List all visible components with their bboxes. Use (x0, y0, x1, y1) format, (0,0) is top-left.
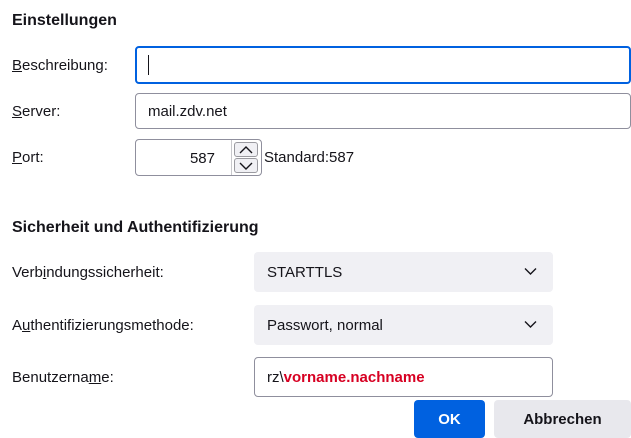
port-default-text: Standard:587 (264, 149, 355, 166)
port-increment-button[interactable] (234, 142, 258, 157)
security-heading: Sicherheit und Authentifizierung (12, 219, 259, 236)
auth-method-select[interactable]: Passwort, normal (254, 305, 553, 345)
port-number-input[interactable]: 587 (135, 139, 262, 176)
chevron-down-icon (524, 268, 537, 275)
username-label-pre: Benutzerna (12, 369, 89, 386)
username-name: vorname.nachname (283, 368, 425, 386)
server-label: Server: (12, 103, 60, 120)
server-label-accesskey: S (12, 103, 23, 120)
description-label: Beschreibung: (12, 57, 108, 74)
auth-method-value: Passwort, normal (267, 316, 383, 334)
ok-button[interactable]: OK (414, 400, 485, 438)
auth-method-label: Authentifizierungsmethode: (12, 317, 194, 334)
port-label-accesskey: P (12, 149, 23, 166)
username-label-post: e: (101, 369, 114, 386)
connection-security-select[interactable]: STARTTLS (254, 252, 553, 292)
username-input[interactable]: rz\ vorname.nachname (254, 357, 553, 397)
settings-heading: Einstellungen (12, 12, 117, 29)
auth-method-label-pre: A (12, 317, 23, 334)
server-value: mail.zdv.net (148, 102, 227, 120)
port-decrement-button[interactable] (234, 158, 258, 173)
port-spinner (231, 140, 261, 175)
username-label-accesskey: m (88, 369, 102, 386)
auth-method-label-post: thentifizierungsmethode: (30, 317, 194, 334)
description-input[interactable] (135, 46, 631, 84)
port-label: Port: (12, 149, 44, 166)
chevron-down-icon (524, 321, 537, 328)
description-label-post: eschreibung: (22, 57, 108, 74)
chevron-up-icon (239, 145, 253, 153)
chevron-down-icon (239, 162, 253, 170)
connection-security-label-post: ndungssicherheit: (46, 264, 164, 281)
text-caret (148, 55, 149, 75)
username-label: Benutzername: (12, 369, 114, 386)
cancel-button[interactable]: Abbrechen (494, 400, 631, 438)
server-label-post: erver: (22, 103, 61, 120)
port-label-post: ort: (22, 149, 44, 166)
connection-security-value: STARTTLS (267, 263, 343, 281)
connection-security-label-pre: Verb (12, 264, 43, 281)
connection-security-label: Verbindungssicherheit: (12, 264, 164, 281)
description-label-accesskey: B (12, 57, 23, 74)
port-value: 587 (189, 150, 215, 167)
username-domain: rz\ (267, 368, 284, 386)
server-input[interactable]: mail.zdv.net (135, 93, 631, 129)
